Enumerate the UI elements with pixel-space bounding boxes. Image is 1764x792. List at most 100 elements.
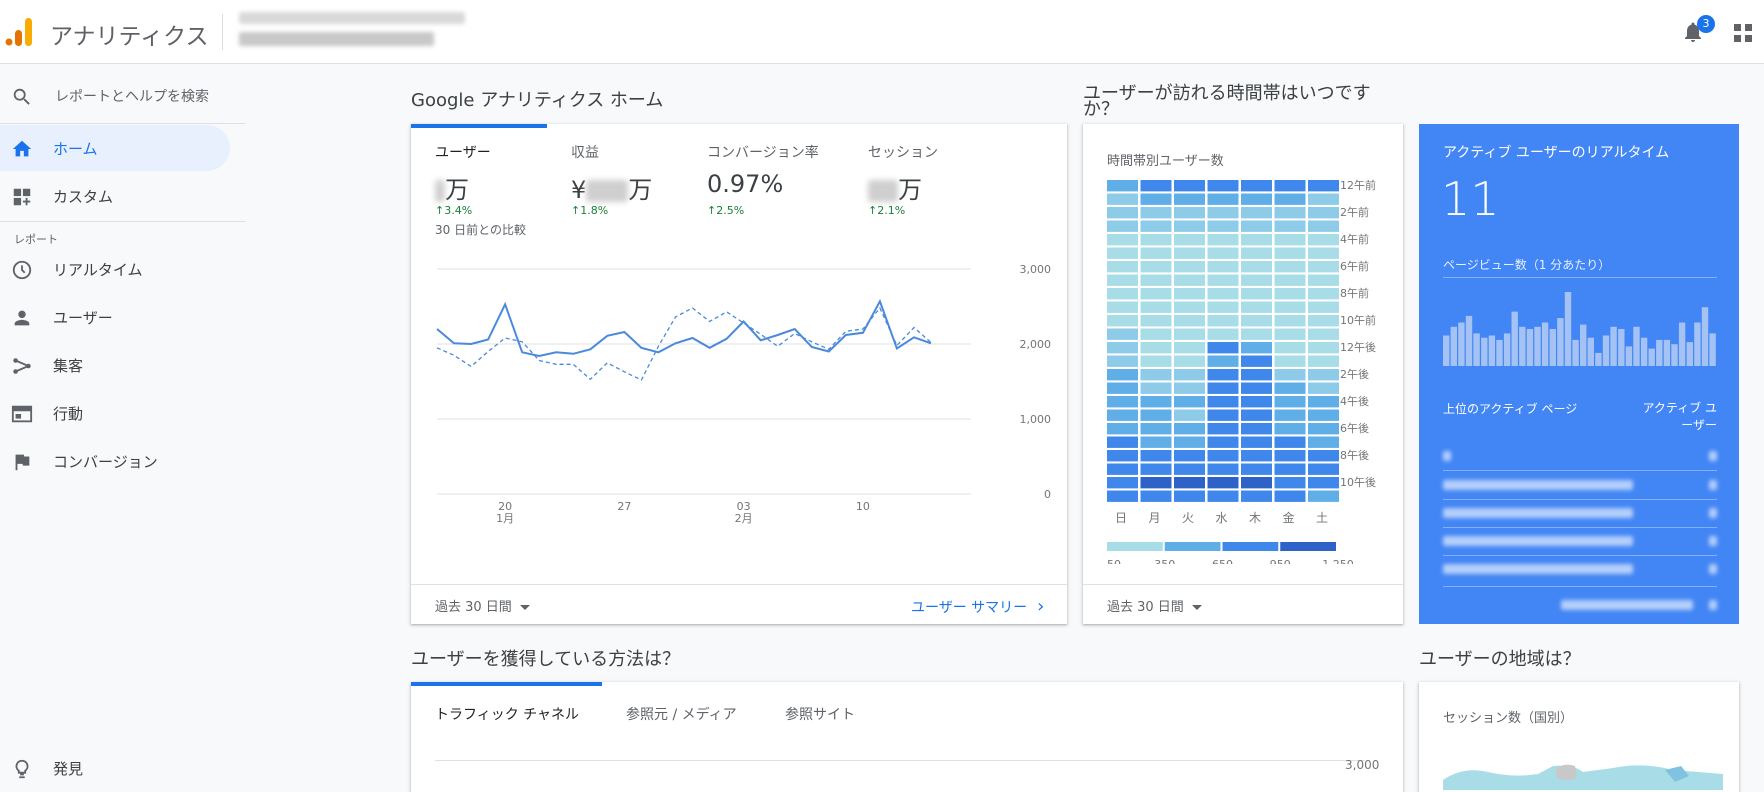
heatmap-cell[interactable] xyxy=(1107,382,1138,394)
heatmap-cell[interactable] xyxy=(1274,274,1306,286)
heatmap-cell[interactable] xyxy=(1140,436,1172,448)
heatmap-cell[interactable] xyxy=(1140,180,1172,192)
heatmap-cell[interactable] xyxy=(1274,463,1306,475)
heatmap-cell[interactable] xyxy=(1107,288,1138,300)
tab-source-medium[interactable]: 参照元 / メディア xyxy=(626,704,737,724)
heatmap-cell[interactable] xyxy=(1274,234,1306,246)
heatmap-cell[interactable] xyxy=(1174,369,1205,381)
sidebar-search[interactable]: レポートとヘルプを検索 xyxy=(0,76,246,116)
heatmap-cell[interactable] xyxy=(1241,180,1272,192)
heatmap-cell[interactable] xyxy=(1274,288,1306,300)
heatmap-cell[interactable] xyxy=(1174,247,1205,259)
heatmap-cell[interactable] xyxy=(1308,220,1339,232)
heatmap-cell[interactable] xyxy=(1207,207,1239,219)
heatmap-cell[interactable] xyxy=(1140,328,1172,340)
heatmap-cell[interactable] xyxy=(1274,490,1306,502)
sidebar-item-behavior[interactable]: 行動 xyxy=(0,390,230,436)
heatmap-cell[interactable] xyxy=(1140,247,1172,259)
heatmap-cell[interactable] xyxy=(1174,180,1205,192)
heatmap-cell[interactable] xyxy=(1274,328,1306,340)
heatmap-cell[interactable] xyxy=(1174,396,1205,408)
heatmap-cell[interactable] xyxy=(1241,328,1272,340)
tab-referrals[interactable]: 参照サイト xyxy=(785,704,855,724)
heatmap-cell[interactable] xyxy=(1241,193,1272,205)
analytics-logo-icon[interactable] xyxy=(5,16,33,46)
kpi-revenue[interactable]: 収益 ¥ 万 ↑1.8% xyxy=(571,142,652,217)
heatmap-cell[interactable] xyxy=(1140,274,1172,286)
heatmap-cell[interactable] xyxy=(1107,342,1138,354)
user-summary-link[interactable]: ユーザー サマリー › xyxy=(911,596,1044,617)
sidebar-item-realtime[interactable]: リアルタイム xyxy=(0,246,230,292)
heatmap-cell[interactable] xyxy=(1241,369,1272,381)
heatmap-cell[interactable] xyxy=(1174,436,1205,448)
heatmap-cell[interactable] xyxy=(1308,261,1339,273)
heatmap-cell[interactable] xyxy=(1274,261,1306,273)
heatmap-cell[interactable] xyxy=(1308,315,1339,327)
heatmap-cell[interactable] xyxy=(1274,436,1306,448)
heatmap-cell[interactable] xyxy=(1241,247,1272,259)
heatmap-cell[interactable] xyxy=(1241,477,1272,489)
heatmap-cell[interactable] xyxy=(1274,409,1306,421)
heatmap-cell[interactable] xyxy=(1308,207,1339,219)
heatmap-cell[interactable] xyxy=(1207,180,1239,192)
sidebar-item-discover[interactable]: 発見 xyxy=(0,745,230,791)
heatmap-cell[interactable] xyxy=(1140,463,1172,475)
heatmap-cell[interactable] xyxy=(1241,234,1272,246)
heatmap-cell[interactable] xyxy=(1174,207,1205,219)
heatmap-cell[interactable] xyxy=(1241,423,1272,435)
tab-traffic-channel[interactable]: トラフィック チャネル xyxy=(435,704,579,724)
heatmap-cell[interactable] xyxy=(1274,193,1306,205)
heatmap-cell[interactable] xyxy=(1274,180,1306,192)
heatmap-cell[interactable] xyxy=(1107,234,1138,246)
heatmap-cell[interactable] xyxy=(1174,301,1205,313)
heatmap-cell[interactable] xyxy=(1107,220,1138,232)
heatmap-cell[interactable] xyxy=(1241,450,1272,462)
heatmap-cell[interactable] xyxy=(1241,409,1272,421)
heatmap-cell[interactable] xyxy=(1308,396,1339,408)
heatmap-cell[interactable] xyxy=(1140,477,1172,489)
notification-count-badge[interactable]: 3 xyxy=(1697,15,1715,33)
heatmap-cell[interactable] xyxy=(1107,301,1138,313)
heatmap-cell[interactable] xyxy=(1308,288,1339,300)
heatmap-cell[interactable] xyxy=(1207,382,1239,394)
heatmap-cell[interactable] xyxy=(1207,409,1239,421)
heatmap-cell[interactable] xyxy=(1274,382,1306,394)
date-range-selector[interactable]: 過去 30 日間 xyxy=(435,596,530,615)
heatmap-cell[interactable] xyxy=(1174,328,1205,340)
heatmap-cell[interactable] xyxy=(1308,423,1339,435)
heatmap-cell[interactable] xyxy=(1107,409,1138,421)
heatmap-cell[interactable] xyxy=(1207,423,1239,435)
account-selector[interactable] xyxy=(236,8,476,56)
heatmap-cell[interactable] xyxy=(1207,247,1239,259)
kpi-sessions[interactable]: セッション 万 ↑2.1% xyxy=(868,142,938,217)
heatmap-cell[interactable] xyxy=(1207,450,1239,462)
heatmap-cell[interactable] xyxy=(1107,274,1138,286)
heatmap-cell[interactable] xyxy=(1140,342,1172,354)
realtime-card[interactable]: アクティブ ユーザーのリアルタイム 11 ページビュー数（1 分あたり） 上位の… xyxy=(1419,124,1739,624)
heatmap-cell[interactable] xyxy=(1174,409,1205,421)
heatmap-cell[interactable] xyxy=(1140,288,1172,300)
heatmap-cell[interactable] xyxy=(1274,342,1306,354)
heatmap-cell[interactable] xyxy=(1107,180,1138,192)
heatmap-cell[interactable] xyxy=(1308,247,1339,259)
heatmap-cell[interactable] xyxy=(1241,436,1272,448)
heatmap-cell[interactable] xyxy=(1241,288,1272,300)
heatmap-cell[interactable] xyxy=(1140,355,1172,367)
heatmap-cell[interactable] xyxy=(1308,180,1339,192)
apps-grid-icon[interactable] xyxy=(1734,24,1752,42)
heatmap-cell[interactable] xyxy=(1174,463,1205,475)
heatmap-cell[interactable] xyxy=(1107,315,1138,327)
heatmap-cell[interactable] xyxy=(1241,261,1272,273)
heatmap-cell[interactable] xyxy=(1174,261,1205,273)
kpi-conversion-rate[interactable]: コンバージョン率 0.97% ↑2.5% xyxy=(707,142,819,217)
heatmap-cell[interactable] xyxy=(1107,207,1138,219)
heatmap-cell[interactable] xyxy=(1174,220,1205,232)
heatmap-cell[interactable] xyxy=(1274,477,1306,489)
heatmap-cell[interactable] xyxy=(1241,207,1272,219)
sidebar-item-custom[interactable]: カスタム xyxy=(0,173,230,219)
heatmap-cell[interactable] xyxy=(1140,301,1172,313)
heatmap-cell[interactable] xyxy=(1308,342,1339,354)
heatmap-cell[interactable] xyxy=(1274,301,1306,313)
heatmap-cell[interactable] xyxy=(1207,477,1239,489)
heatmap-cell[interactable] xyxy=(1174,382,1205,394)
